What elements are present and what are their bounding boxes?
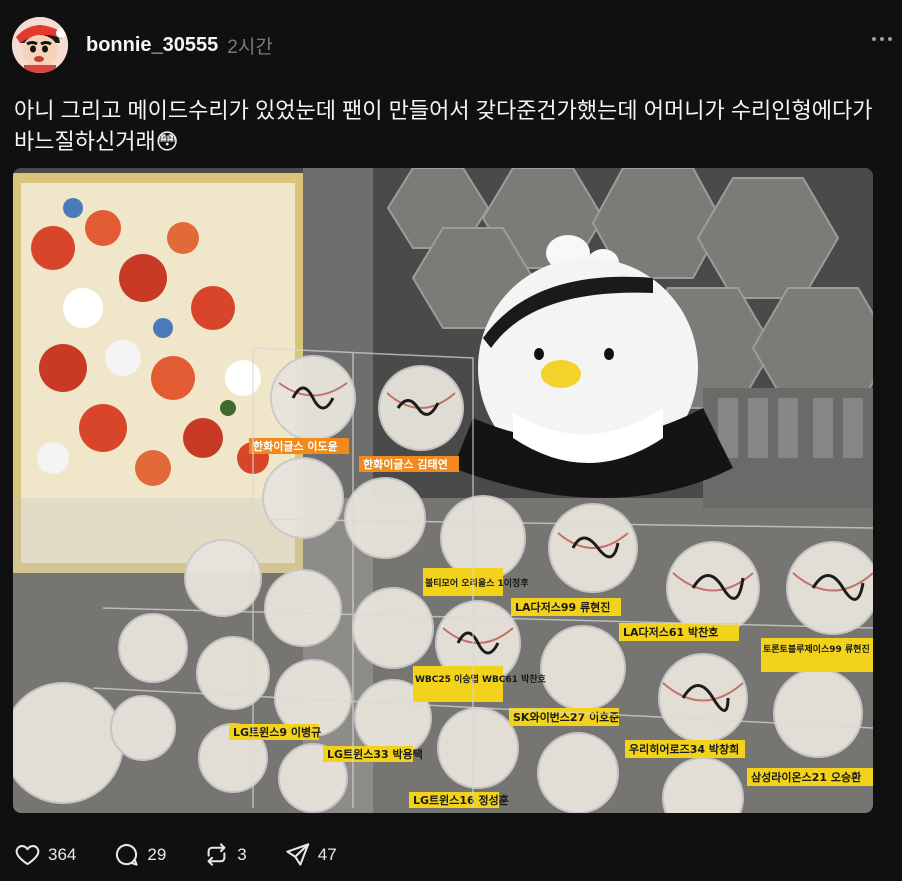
ball-label: LG트윈스16 정성훈 (413, 793, 509, 807)
ball-label: 볼티모어 오리올스 1이정후 (425, 577, 529, 589)
ball-label: 우리히어로즈34 박창희 (629, 742, 739, 756)
post-timestamp[interactable]: 2시간 (227, 32, 273, 59)
ball-label: LA다저스99 류현진 (515, 600, 610, 614)
comment-button[interactable]: 29 (113, 841, 166, 868)
action-bar: 364 29 3 47 (14, 841, 374, 868)
ball-label: WBC25 이승엽 WBC61 박찬호 (415, 673, 547, 685)
post-text: 아니 그리고 메이드수리가 있었눈데 팬이 만들어서 갖다준건가했는데 어머니가… (14, 98, 879, 154)
like-button[interactable]: 364 (14, 841, 76, 868)
post-photo[interactable]: 한화이글스 이도윤 한화이글스 김태연 볼티모어 오리올스 1이정후 LA다저스… (13, 168, 873, 813)
repost-icon (207, 843, 226, 866)
like-count: 364 (48, 844, 77, 864)
ball-label: 한화이글스 김태연 (363, 457, 448, 471)
ball-label: LG트윈스9 이병규 (233, 725, 321, 739)
repost-button[interactable]: 3 (203, 841, 247, 868)
avatar[interactable] (12, 17, 68, 73)
avatar-image (12, 17, 68, 73)
ball-label: LG트윈스33 박용택 (327, 747, 423, 761)
post-header: bonnie_30555 2시간 (12, 17, 273, 73)
send-icon (286, 843, 309, 866)
heart-icon (15, 845, 40, 866)
ball-label: 토론토블루제이스99 류현진 (763, 643, 870, 655)
ball-label: LA다저스61 박찬호 (623, 625, 718, 639)
repost-count: 3 (237, 844, 247, 864)
more-options-icon[interactable] (872, 37, 892, 41)
ball-label: 한화이글스 이도윤 (253, 439, 338, 453)
share-button[interactable]: 47 (284, 841, 337, 868)
ball-label: 삼성라이온스21 오승환 (751, 770, 861, 784)
comment-count: 29 (147, 844, 167, 864)
share-count: 47 (317, 844, 337, 864)
username-link[interactable]: bonnie_30555 (86, 34, 218, 57)
comment-icon (116, 844, 139, 866)
